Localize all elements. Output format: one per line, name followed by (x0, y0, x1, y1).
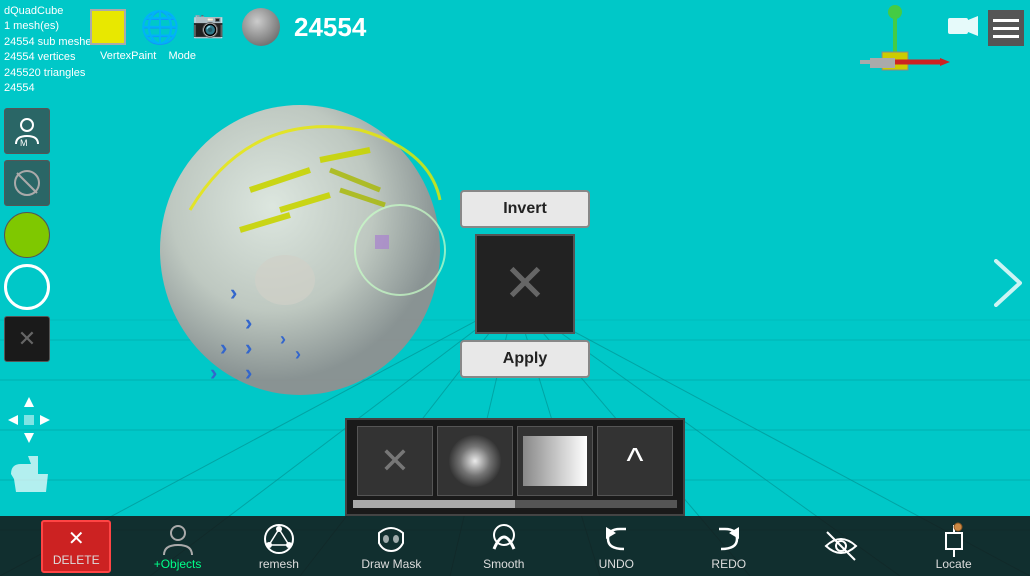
green-brush-btn[interactable] (4, 212, 50, 258)
x-tool-btn[interactable]: ✕ (4, 316, 50, 362)
3d-mesh[interactable]: › › › › › › › › (130, 80, 470, 420)
mesh-name: dQuadCube (4, 4, 97, 19)
delete-button[interactable]: ✕ DELETE (41, 520, 111, 573)
sub-meshes: 24554 sub meshes (4, 35, 97, 50)
chevron-right-icon (992, 257, 1024, 309)
popup-x-icon: ✕ (503, 254, 547, 314)
vertices: 24554 vertices (4, 50, 97, 65)
svg-text:M: M (20, 138, 28, 146)
menu-button[interactable] (988, 10, 1024, 46)
frame-counter: 24554 (294, 12, 366, 43)
right-nav-btn[interactable] (992, 257, 1024, 319)
svg-text:›: › (220, 335, 227, 360)
texture-icon[interactable] (90, 9, 126, 45)
brush-progress-bar-container[interactable] (353, 500, 677, 508)
mask-icon (373, 521, 409, 557)
move-icon (6, 395, 52, 445)
remesh-icon (261, 521, 297, 557)
visibility-button[interactable] (806, 528, 876, 564)
popup-panel: Invert ✕ Apply (460, 190, 590, 378)
remesh-button[interactable]: remesh (244, 521, 314, 571)
thumbs-icon (6, 454, 52, 494)
redo-button[interactable]: REDO (694, 521, 764, 571)
draw-mask-button[interactable]: Draw Mask (356, 521, 426, 571)
redo-icon (711, 521, 747, 557)
delete-icon: ✕ (68, 526, 85, 551)
undo-button[interactable]: UNDO (581, 521, 651, 571)
gradient-brush-preview (523, 436, 587, 486)
x-icon: ✕ (18, 326, 36, 352)
brush-gradient-option[interactable] (517, 426, 593, 496)
material-sphere[interactable] (242, 8, 280, 46)
svg-text:›: › (245, 310, 252, 335)
hamburger-menu[interactable] (988, 10, 1024, 46)
brush-chevron-option[interactable]: ^ (597, 426, 673, 496)
svg-text:›: › (245, 360, 252, 385)
person-tool-btn[interactable]: M (4, 108, 50, 154)
person-icon: M (12, 116, 42, 146)
triangles: 245520 triangles (4, 66, 97, 81)
globe-icon[interactable]: 🌐 (140, 8, 178, 46)
svg-text:›: › (230, 280, 237, 305)
brush-soft-option[interactable] (437, 426, 513, 496)
brush-options-row: ✕ ^ (353, 426, 677, 496)
menu-line-3 (993, 35, 1019, 38)
apply-button[interactable]: Apply (460, 340, 590, 378)
undo-icon (598, 521, 634, 557)
move-tool-area[interactable] (6, 395, 52, 450)
svg-text:›: › (210, 360, 217, 385)
svg-text:›: › (295, 344, 301, 364)
menu-line-2 (993, 27, 1019, 30)
eye-icon (823, 528, 859, 564)
invert-button[interactable]: Invert (460, 190, 590, 228)
popup-x-display: ✕ (475, 234, 575, 334)
mesh-info: dQuadCube 1 mesh(es) 24554 sub meshes 24… (4, 4, 97, 96)
add-objects-label: +Objects (154, 557, 202, 571)
likes-area[interactable] (6, 454, 52, 499)
circle-tool-btn[interactable] (4, 264, 50, 310)
video-camera-btn[interactable] (948, 12, 980, 45)
svg-text:›: › (280, 329, 286, 349)
profile-objects-btn[interactable]: +Objects (154, 521, 202, 571)
brush-panel: ✕ ^ (345, 418, 685, 516)
locate-icon (936, 521, 972, 557)
bottom-toolbar: ✕ DELETE +Objects remesh Draw Mask (0, 516, 1030, 576)
locate-button[interactable]: Locate (919, 521, 989, 571)
chevron-up-icon: ^ (627, 440, 644, 482)
menu-line-1 (993, 19, 1019, 22)
mesh-count: 1 mesh(es) (4, 19, 97, 34)
profile-icon (160, 521, 196, 557)
frame-count-small: 24554 (4, 81, 97, 96)
brush-progress-fill (353, 500, 515, 508)
brush-x-option[interactable]: ✕ (357, 426, 433, 496)
slash-icon (12, 168, 42, 198)
svg-text:›: › (245, 335, 252, 360)
axis-widget (840, 0, 950, 90)
smooth-button[interactable]: Smooth (469, 521, 539, 571)
no-entry-btn[interactable] (4, 160, 50, 206)
top-icon-row: 🌐 📷 24554 (90, 8, 366, 46)
photo-icon[interactable]: 📷 (192, 9, 228, 45)
brush-x-icon: ✕ (380, 440, 410, 482)
video-cam-icon (948, 12, 980, 40)
vertex-paint-label: VertexPaint Mode (100, 50, 196, 62)
soft-brush-preview (449, 435, 501, 487)
smooth-icon (486, 521, 522, 557)
left-toolbar: M ✕ (4, 108, 50, 362)
